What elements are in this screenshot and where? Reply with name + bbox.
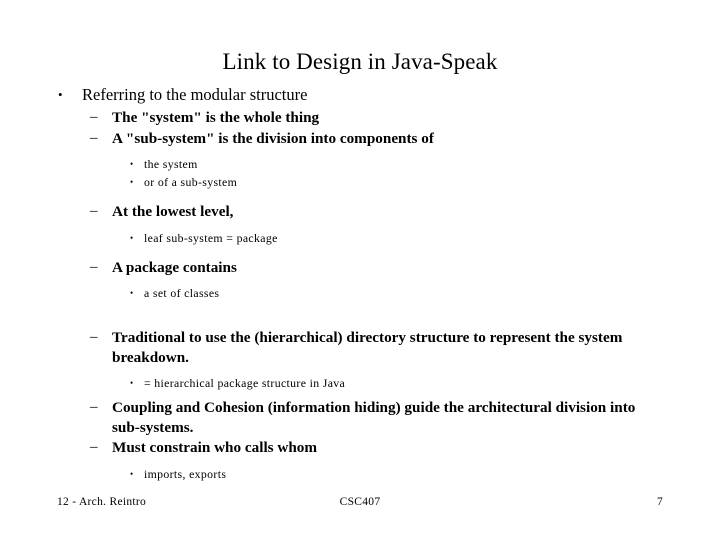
bullet-text-coupling-cohesion: Coupling and Cohesion (information hidin… <box>112 399 636 436</box>
bullet-marker-level2: – <box>90 399 98 415</box>
bullet-level3-leaf-subsystem-package: • leaf sub-system = package <box>130 229 660 247</box>
bullet-text-must-constrain: Must constrain who calls whom <box>112 439 318 456</box>
bullet-level2-package-contains: – A package contains <box>90 258 640 278</box>
bullet-text-hierarchical-package-java: = hierarchical package structure in Java <box>144 376 346 390</box>
bullet-text-referring: Referring to the modular structure <box>82 85 308 104</box>
bullet-marker-level3: • <box>130 378 134 388</box>
bullet-level3-set-of-classes: • a set of classes <box>130 284 660 302</box>
footer-page-number: 7 <box>656 496 663 508</box>
bullet-marker-level3: • <box>130 232 134 243</box>
bullet-marker-level3: • <box>130 288 134 298</box>
bullet-marker-level2: – <box>90 129 98 146</box>
bullet-level2-traditional-directory: – Traditional to use the (hierarchical) … <box>90 328 640 367</box>
bullet-text-package-contains: A package contains <box>112 258 237 276</box>
bullet-level3-imports-exports: • imports, exports <box>130 465 660 483</box>
bullet-text-set-of-classes: a set of classes <box>144 286 220 300</box>
bullet-level2-system-whole: – The "system" is the whole thing <box>90 108 640 128</box>
bullet-level2-coupling-cohesion: – Coupling and Cohesion (information hid… <box>90 398 640 437</box>
bullet-level2-must-constrain: – Must constrain who calls whom <box>90 438 640 458</box>
bullet-marker-level3: • <box>130 177 134 187</box>
bullet-text-the-system: the system <box>144 157 198 171</box>
bullet-marker-level3: • <box>130 159 134 169</box>
bullet-marker-level2: – <box>90 258 98 275</box>
bullet-marker-level2: – <box>90 203 98 219</box>
bullet-marker-level2: – <box>90 329 98 345</box>
bullet-level3-or-of-a-subsystem: • or of a sub-system <box>130 173 660 191</box>
bullet-level3-hierarchical-package-java: • = hierarchical package structure in Ja… <box>130 374 660 392</box>
bullet-text-imports-exports: imports, exports <box>144 466 227 481</box>
footer-course-label: CSC407 <box>339 496 381 508</box>
bullet-text-leaf-subsystem-package: leaf sub-system = package <box>144 230 278 245</box>
bullet-level3-the-system: • the system <box>130 155 660 173</box>
bullet-text-traditional-directory: Traditional to use the (hierarchical) di… <box>112 329 623 366</box>
bullet-text-subsystem-division: A "sub-system" is the division into comp… <box>112 129 434 147</box>
bullet-level2-subsystem-division: – A "sub-system" is the division into co… <box>90 129 640 149</box>
bullet-text-or-of-a-subsystem: or of a sub-system <box>144 175 238 189</box>
slide-title: Link to Design in Java-Speak <box>222 49 498 75</box>
bullet-level1-referring: • Referring to the modular structure <box>58 84 690 105</box>
bullet-marker-level2: – <box>90 439 98 455</box>
presentation-slide: Link to Design in Java-Speak • Referring… <box>0 0 720 540</box>
bullet-marker-level1: • <box>58 87 63 102</box>
bullet-level2-lowest-level: – At the lowest level, <box>90 202 640 222</box>
bullet-marker-level3: • <box>130 468 134 479</box>
bullet-text-system-whole: The "system" is the whole thing <box>112 109 320 126</box>
bullet-text-lowest-level: At the lowest level, <box>112 203 234 220</box>
slide-body: • Referring to the modular structure – T… <box>0 84 720 483</box>
slide-footer: 12 - Arch. Reintro CSC407 7 <box>0 492 720 512</box>
bullet-marker-level2: – <box>90 109 98 125</box>
